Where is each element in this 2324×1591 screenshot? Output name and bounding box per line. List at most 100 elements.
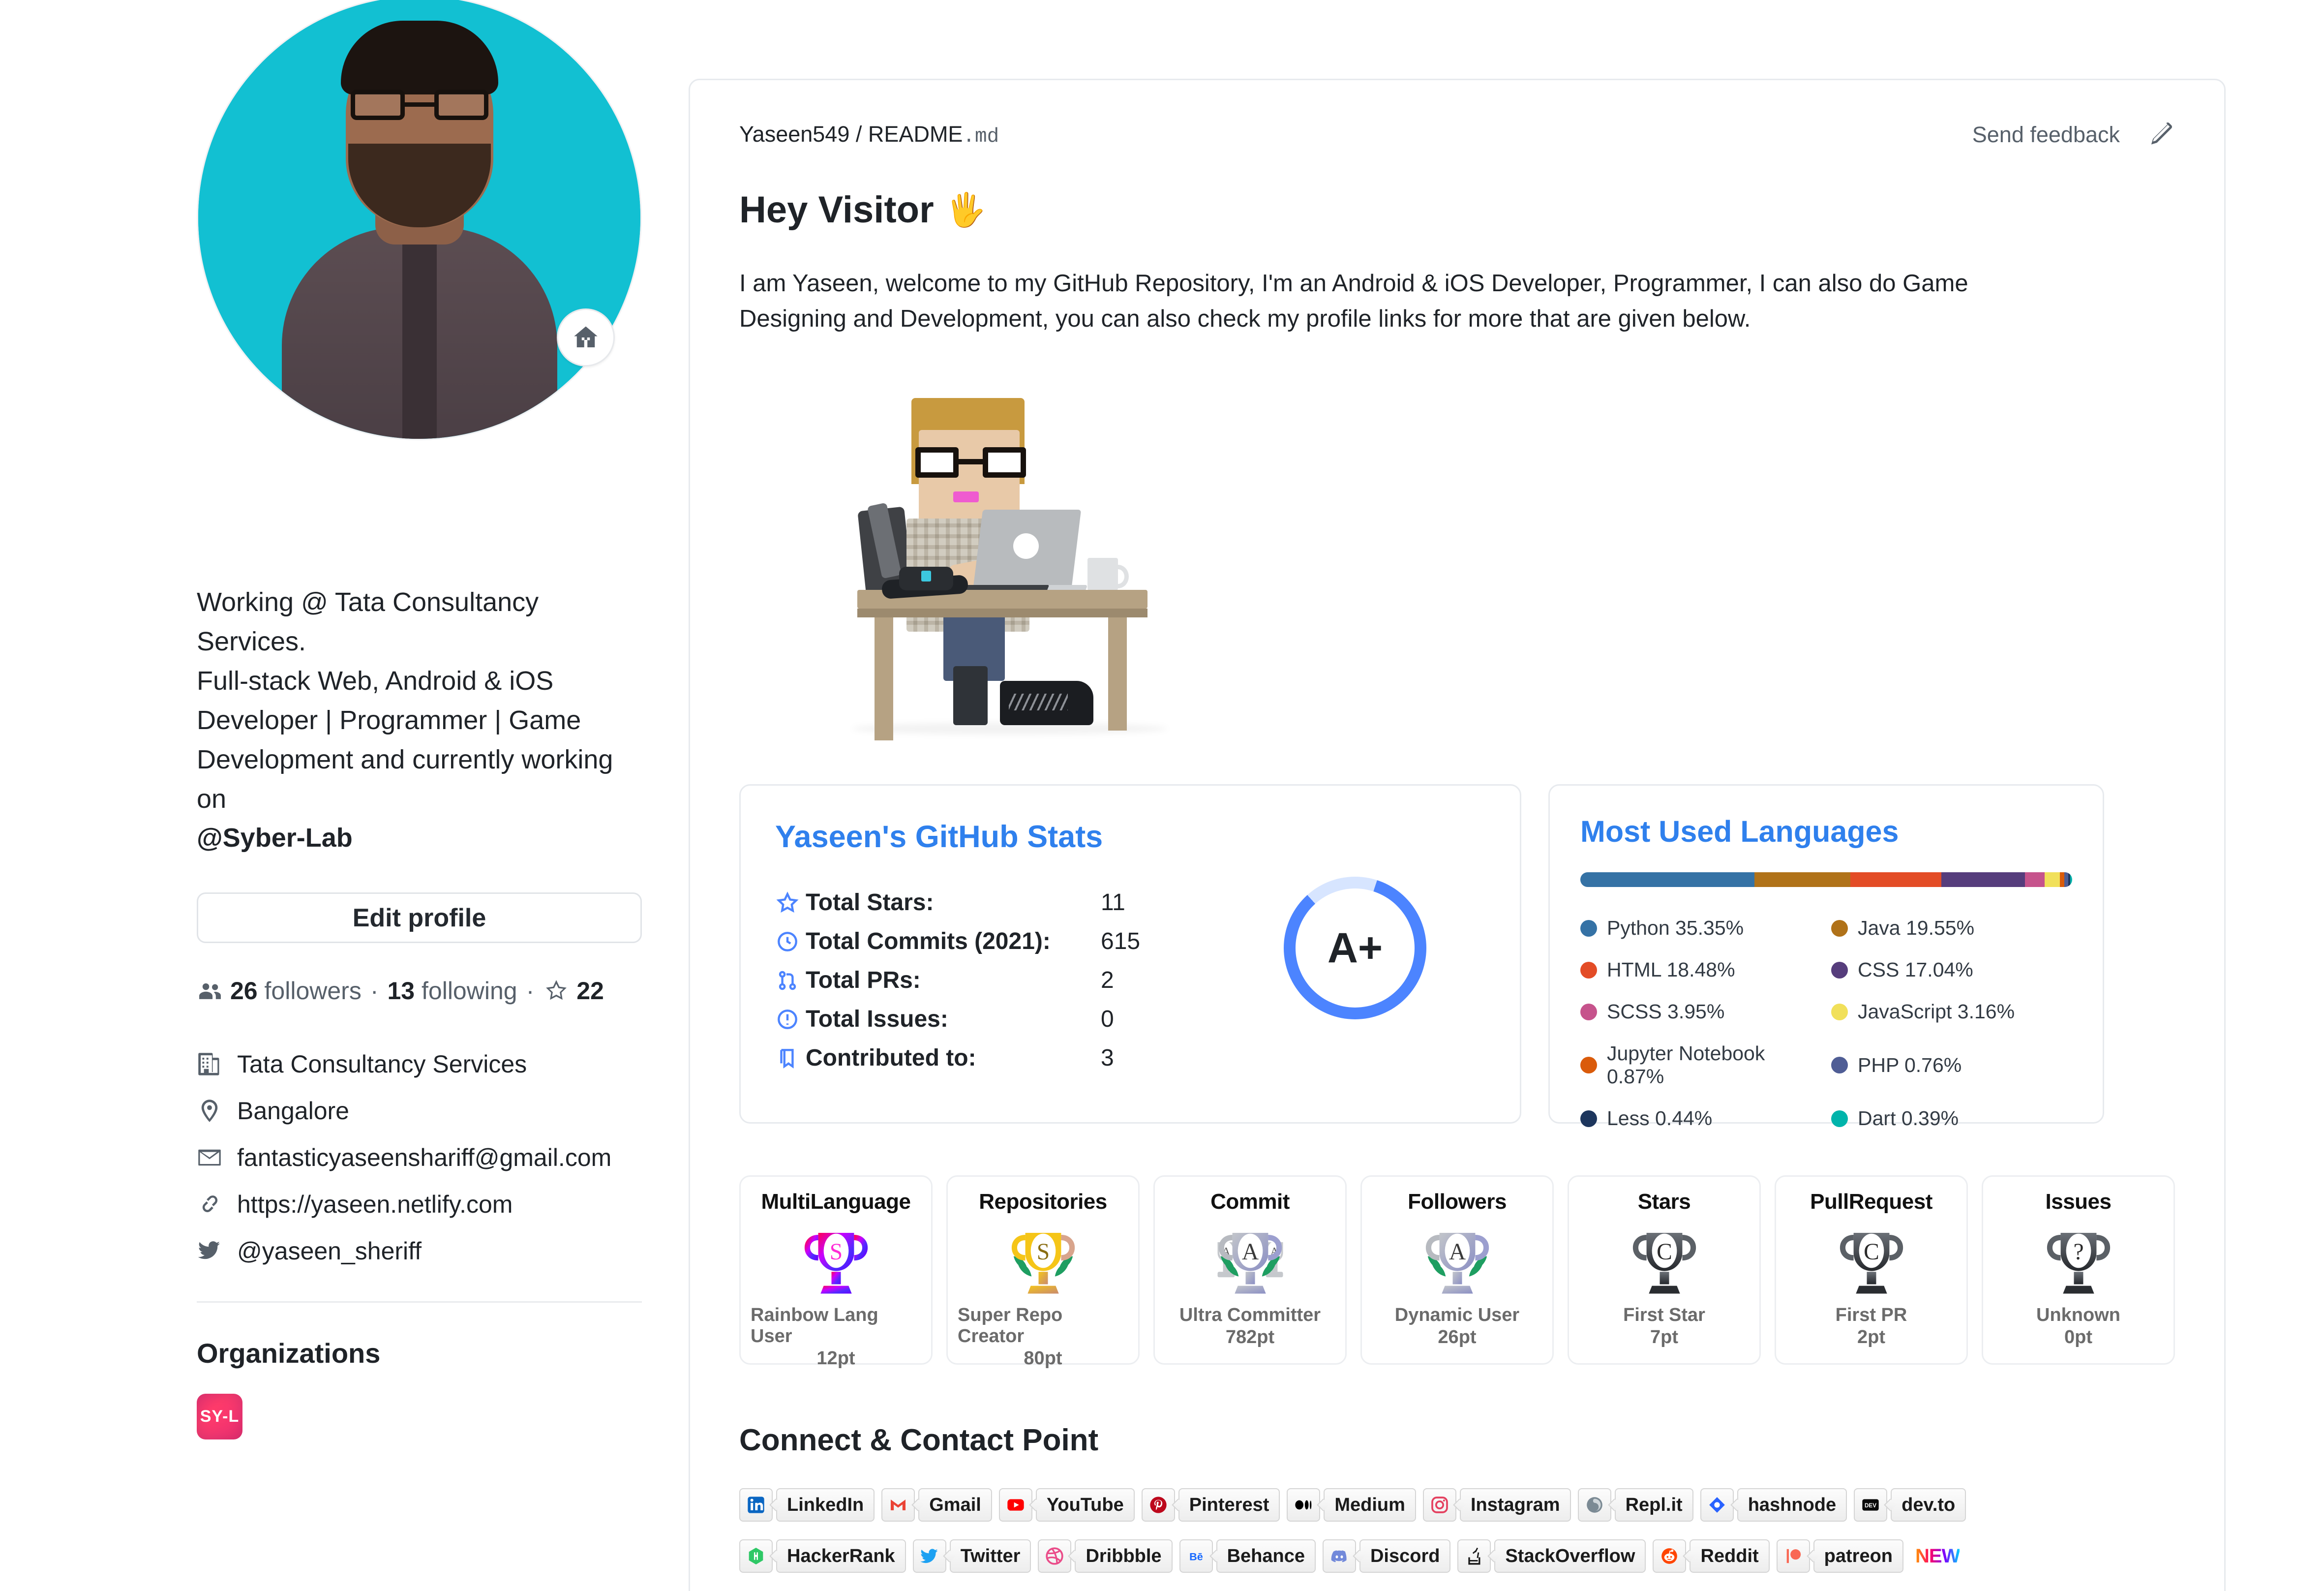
breadcrumb-file-ext: .md — [963, 125, 999, 148]
info-row-email[interactable]: fantasticyaseenshariff@gmail.com — [197, 1134, 642, 1181]
social-badge-hashnode[interactable]: hashnode — [1700, 1488, 1847, 1522]
language-color-dot — [1580, 1110, 1597, 1127]
organization-avatar-syber-lab[interactable]: SY-L — [197, 1394, 242, 1440]
language-legend-label: SCSS 3.95% — [1607, 1000, 1725, 1023]
bio-line-3: Developer | Programmer | Game — [197, 705, 581, 735]
social-badge-youtube[interactable]: YouTube — [998, 1488, 1135, 1522]
language-bar-segment — [2060, 872, 2064, 887]
edit-profile-button[interactable]: Edit profile — [197, 892, 642, 944]
social-badge-dribbble[interactable]: Dribbble — [1038, 1539, 1173, 1573]
stars-count: 22 — [576, 977, 604, 1005]
breadcrumb: Yaseen549 / README.md — [739, 122, 999, 148]
stat-row-contributed-to: Contributed to: 3 — [775, 1039, 1485, 1077]
breadcrumb-file[interactable]: README — [868, 122, 963, 147]
bio-line-2: Full-stack Web, Android & iOS — [197, 666, 554, 696]
language-legend-item: Dart 0.39% — [1831, 1107, 2072, 1130]
info-row-twitter[interactable]: @yaseen_sheriff — [197, 1227, 642, 1274]
avatar-glasses — [350, 90, 488, 124]
trophy-points: 80pt — [1024, 1348, 1062, 1369]
social-badge-dev-to[interactable]: DEV dev.to — [1854, 1488, 1966, 1522]
social-badge-gmail[interactable]: Gmail — [881, 1488, 992, 1522]
language-legend-item: PHP 0.76% — [1831, 1042, 2072, 1088]
svg-text:?: ? — [2073, 1239, 2083, 1265]
behance-icon: Bē — [1179, 1539, 1213, 1573]
social-badge-label: Pinterest — [1178, 1488, 1280, 1522]
stars-link[interactable]: 22 — [543, 977, 604, 1005]
breadcrumb-owner[interactable]: Yaseen549 — [739, 122, 849, 147]
trophy-rank-label: Dynamic User — [1394, 1305, 1520, 1326]
language-legend-item: Java 19.55% — [1831, 917, 2072, 940]
trophy-cup-icon: C — [1786, 1214, 1957, 1308]
language-legend-label: Java 19.55% — [1858, 917, 1975, 940]
trophy-card: PullRequest C First PR 2pt — [1775, 1175, 1968, 1365]
commit-history-icon — [775, 929, 806, 954]
trophy-card: Issues ? Unknown 0pt — [1982, 1175, 2175, 1365]
language-bar-segment — [2070, 872, 2072, 887]
organizations-title: Organizations — [197, 1338, 381, 1369]
trophy-row: MultiLanguage S Rainbow Lang User 12pt R… — [739, 1175, 2175, 1369]
language-legend-label: Python 35.35% — [1607, 917, 1744, 940]
social-badge-reddit[interactable]: Reddit — [1653, 1539, 1770, 1573]
social-badge-behance[interactable]: Bē Behance — [1179, 1539, 1316, 1573]
counts-separator-1: · — [370, 977, 379, 1005]
social-badge-instagram[interactable]: Instagram — [1422, 1488, 1571, 1522]
info-text: Bangalore — [237, 1097, 349, 1125]
info-row-organization[interactable]: Tata Consultancy Services — [197, 1040, 642, 1087]
language-legend-item: CSS 17.04% — [1831, 958, 2072, 981]
replit-icon — [1577, 1488, 1611, 1522]
social-badge-linkedin[interactable]: LinkedIn — [739, 1488, 875, 1522]
sidebar-divider — [197, 1301, 642, 1303]
send-feedback-link[interactable]: Send feedback — [1972, 122, 2120, 148]
svg-text:Bē: Bē — [1189, 1550, 1203, 1562]
stat-label: Total Stars: — [806, 889, 934, 916]
social-badge-patreon[interactable]: patreon — [1776, 1539, 1904, 1573]
social-badges: LinkedIn Gmail YouTube Pinterest Medium Insta… — [739, 1488, 2175, 1573]
grade-ring: A+ — [1284, 877, 1426, 1020]
trophy-icon: C — [1632, 1233, 1696, 1294]
edit-readme-button[interactable] — [2144, 120, 2175, 150]
trophy-icon: C — [1840, 1233, 1903, 1294]
social-badge-discord[interactable]: Discord — [1322, 1539, 1451, 1573]
trophy-icon: S — [1011, 1233, 1075, 1294]
status-badge[interactable] — [557, 308, 615, 367]
breadcrumb-slash: / — [855, 122, 862, 147]
language-legend-label: HTML 18.48% — [1607, 958, 1735, 981]
social-badge-label: Instagram — [1459, 1488, 1571, 1522]
social-badge-repl-it[interactable]: Repl.it — [1577, 1488, 1693, 1522]
trophy-cup-icon: ? — [1993, 1214, 2164, 1308]
pencil-icon — [2151, 122, 2173, 145]
pinterest-icon — [1141, 1488, 1175, 1522]
language-legend-label: Dart 0.39% — [1858, 1107, 1959, 1130]
trophy-points: 7pt — [1650, 1327, 1678, 1348]
language-legend-item: Python 35.35% — [1580, 917, 1821, 940]
info-text: https://yaseen.netlify.com — [237, 1190, 513, 1218]
trophy-cup-icon: C — [1579, 1214, 1750, 1308]
gmail-icon — [881, 1488, 915, 1522]
followers-link[interactable]: 26 followers — [197, 977, 362, 1005]
language-bar-chart — [1580, 872, 2072, 887]
social-badge-stackoverflow[interactable]: StackOverflow — [1457, 1539, 1646, 1573]
social-badge-label: YouTube — [1035, 1488, 1135, 1522]
avatar[interactable] — [197, 0, 642, 440]
profile-sidebar: Working @ Tata Consultancy Services. Ful… — [0, 0, 689, 1591]
bio-org-mention[interactable]: @Syber-Lab — [197, 823, 353, 853]
social-badge-hackerrank[interactable]: HackerRank — [739, 1539, 906, 1573]
language-legend-label: CSS 17.04% — [1858, 958, 1973, 981]
most-used-languages-title: Most Used Languages — [1580, 815, 1899, 849]
info-row-website[interactable]: https://yaseen.netlify.com — [197, 1181, 642, 1227]
trophy-card: Commit A A A Ultra Committer 782pt — [1153, 1175, 1347, 1365]
readme-heading: Hey Visitor 🖐 — [739, 188, 2175, 231]
readme-header-actions: Send feedback — [1972, 120, 2175, 150]
trophy-points: 2pt — [1857, 1327, 1885, 1348]
language-color-dot — [1831, 919, 1848, 937]
social-badge-medium[interactable]: Medium — [1287, 1488, 1416, 1522]
social-badge-pinterest[interactable]: Pinterest — [1141, 1488, 1280, 1522]
readme-heading-text: Hey Visitor — [739, 189, 934, 231]
dribbble-icon — [1038, 1539, 1072, 1573]
following-link[interactable]: 13 following — [387, 977, 517, 1005]
stat-value: 615 — [1101, 928, 1141, 955]
trophy-icon: A A A — [1217, 1233, 1283, 1294]
profile-bio: Working @ Tata Consultancy Services. Ful… — [197, 583, 642, 858]
social-badge-twitter[interactable]: Twitter — [912, 1539, 1031, 1573]
stats-row: Yaseen's GitHub Stats Total Stars: 11 To… — [739, 784, 2175, 1130]
